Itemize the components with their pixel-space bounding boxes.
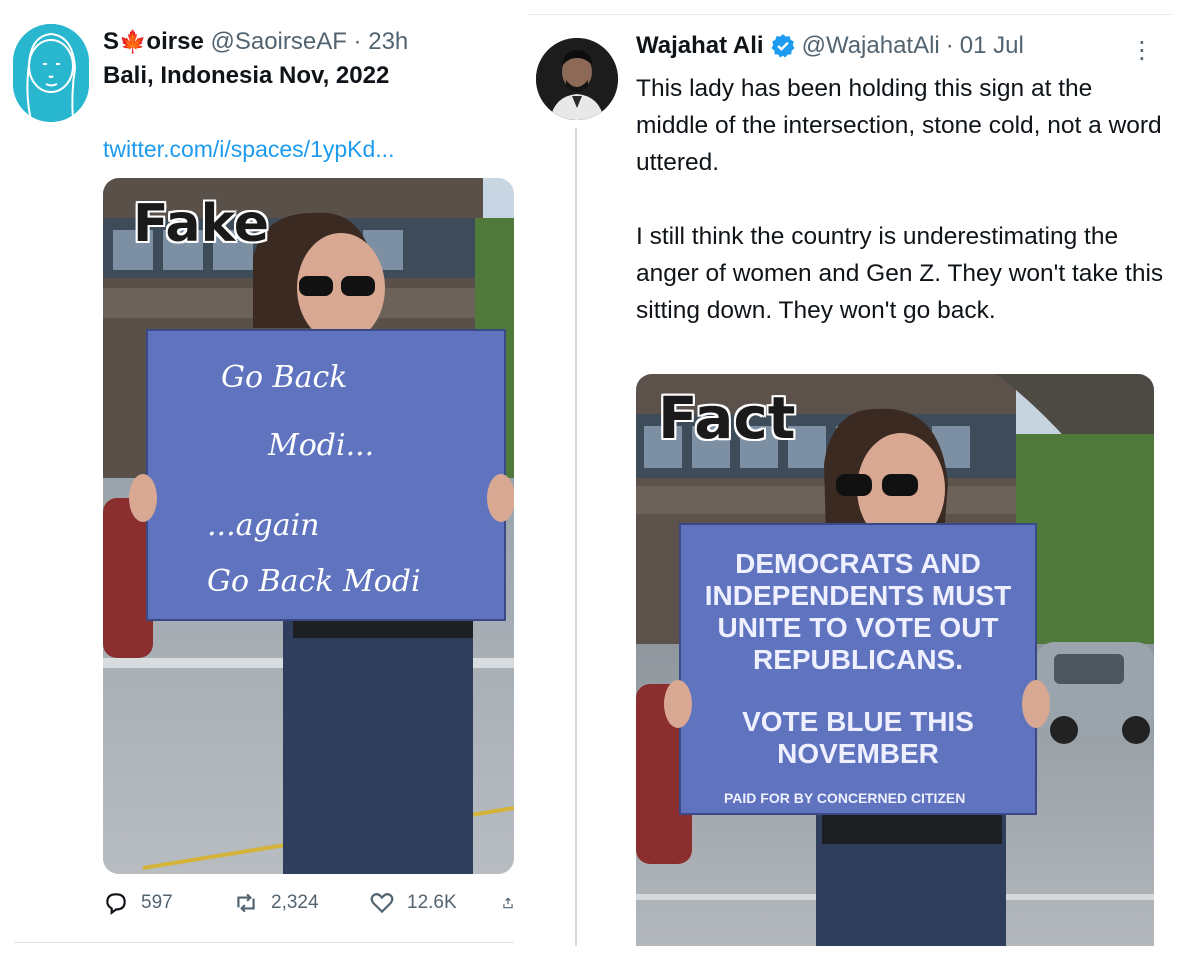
timestamp[interactable]: 23h <box>368 28 408 55</box>
like-button[interactable]: 12.6K <box>369 890 457 916</box>
sign-footer: PAID FOR BY CONCERNED CITIZEN <box>724 790 966 806</box>
sign-line: INDEPENDENTS MUST <box>704 580 1012 611</box>
more-options-icon[interactable]: ⋮ <box>1130 36 1154 65</box>
sign-line: REPUBLICANS. <box>752 644 963 675</box>
tweet-paragraph: I still think the country is underestima… <box>636 223 1164 324</box>
sign-line: NOVEMBER <box>777 738 939 769</box>
tweet-link[interactable]: twitter.com/i/spaces/1ypKd... <box>103 136 394 163</box>
sign-line: Modi... <box>268 428 375 463</box>
retweet-icon <box>237 893 255 913</box>
like-count: 12.6K <box>407 892 457 913</box>
sign-text: DEMOCRATS AND INDEPENDENTS MUST UNITE TO… <box>680 548 1036 770</box>
tweet-header: Wajahat Ali @WajahatAli · 01 Jul <box>636 32 1024 60</box>
fake-label: Fake <box>133 194 270 254</box>
tweet-text: Bali, Indonesia Nov, 2022 <box>103 62 390 89</box>
handle[interactable]: @WajahatAli <box>802 32 940 60</box>
avatar[interactable] <box>536 38 618 120</box>
thread-line <box>575 128 577 946</box>
share-icon <box>503 897 513 909</box>
right-tweet: Wajahat Ali @WajahatAli · 01 Jul ⋮ This … <box>528 0 1172 960</box>
display-name[interactable]: S🍁oirse <box>103 28 204 55</box>
reply-count: 597 <box>141 892 173 913</box>
tweet-actions: 597 2,324 12.6K <box>103 890 523 926</box>
avatar-portrait-icon <box>536 38 618 120</box>
maple-leaf-icon: 🍁 <box>119 29 147 54</box>
handle[interactable]: @SaoirseAF <box>210 28 346 55</box>
retweet-button[interactable]: 2,324 <box>233 890 319 916</box>
share-button[interactable] <box>501 890 515 916</box>
separator: · <box>945 32 954 59</box>
separator: · <box>353 28 362 55</box>
sign-line: UNITE TO VOTE OUT <box>717 612 999 643</box>
heart-icon <box>370 893 394 914</box>
sign-line: VOTE BLUE THIS <box>742 706 974 737</box>
retweet-count: 2,324 <box>271 892 319 913</box>
reply-button[interactable]: 597 <box>103 890 173 916</box>
sign-line: ...again <box>207 508 320 543</box>
tweet-header: S🍁oirse @SaoirseAF · 23h <box>103 28 408 56</box>
display-name[interactable]: Wajahat Ali <box>636 32 764 60</box>
divider <box>14 942 514 943</box>
tweet-photo[interactable]: Fact DEMOCRATS AND INDEPENDENTS MUST UNI… <box>636 374 1154 946</box>
avatar-portrait-icon <box>13 24 89 122</box>
divider <box>528 14 1172 15</box>
verified-badge-icon <box>771 34 795 58</box>
sign-line: Go Back Modi <box>207 564 421 599</box>
sign-line: Go Back <box>221 360 348 395</box>
timestamp[interactable]: 01 Jul <box>960 32 1024 60</box>
tweet-photo[interactable]: Fake Go Back Modi... ...again Go Back Mo… <box>103 178 514 874</box>
reply-icon <box>106 893 126 915</box>
avatar[interactable] <box>13 24 89 122</box>
tweet-text: This lady has been holding this sign at … <box>636 70 1166 329</box>
fact-label: Fact <box>658 384 796 452</box>
left-tweet: S🍁oirse @SaoirseAF · 23h Bali, Indonesia… <box>0 0 528 960</box>
sign-line: DEMOCRATS AND <box>735 548 981 579</box>
tweet-paragraph: This lady has been holding this sign at … <box>636 75 1162 176</box>
